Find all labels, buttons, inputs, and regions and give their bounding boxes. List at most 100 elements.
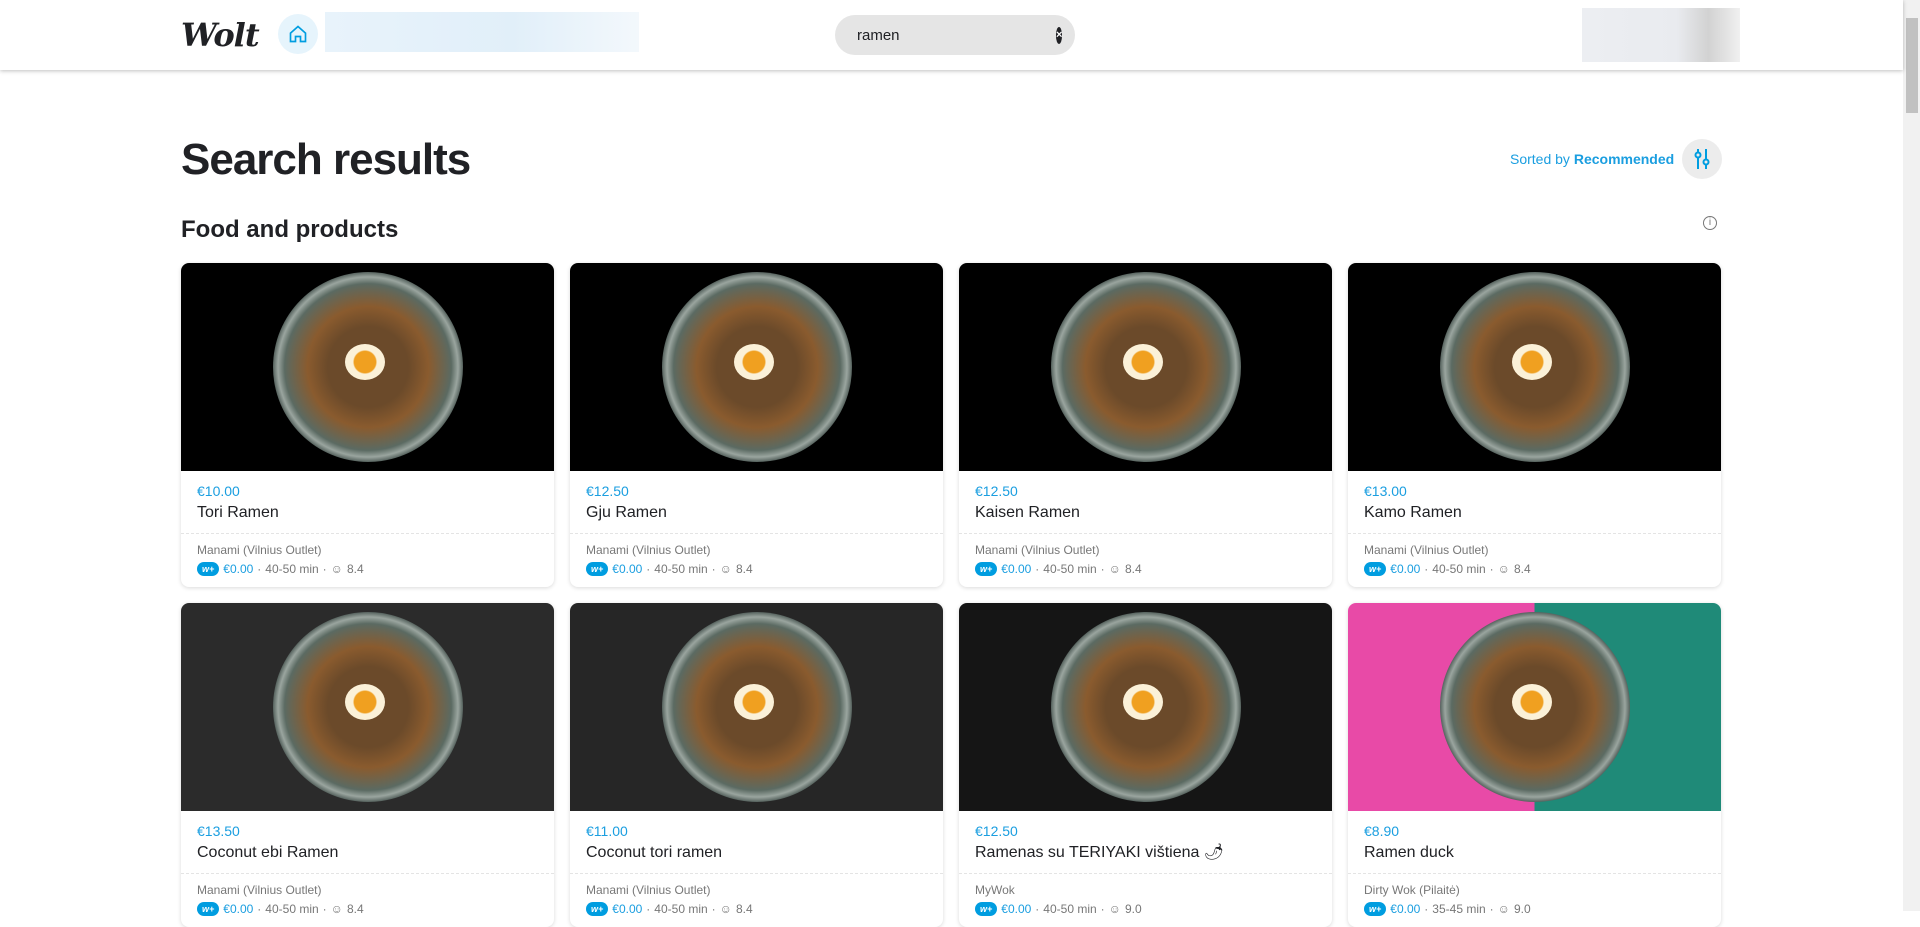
filter-button[interactable] [1682,139,1722,179]
product-card[interactable]: €13.00 Kamo Ramen Manami (Vilnius Outlet… [1348,263,1721,587]
venue-name: Manami (Vilnius Outlet) [586,543,711,557]
delivery-time: 35-45 min [1432,902,1486,916]
wolt-plus-icon: w+ [975,902,998,916]
product-image [570,263,943,471]
rating: 8.4 [1513,562,1531,576]
wolt-plus-icon: w+ [586,562,609,576]
product-image [181,603,554,811]
product-price: €12.50 [975,823,1018,839]
section-title: Food and products [181,216,399,243]
wolt-plus-icon: w+ [197,902,220,916]
delivery-time: 40-50 min [1043,902,1097,916]
product-image [1348,263,1721,471]
ramen-bowl-image [1439,272,1630,462]
divider [959,533,1332,534]
wolt-logo[interactable]: Wolt [181,16,260,54]
delivery-info: w+ €0.00 · 40-50 min · ☺ 8.4 [197,562,538,576]
smiley-icon: ☺ [719,902,732,916]
divider [1348,533,1721,534]
product-card[interactable]: €12.50 Ramenas su TERIYAKI vištiena 🌶 My… [959,603,1332,927]
divider [570,873,943,874]
product-card[interactable]: €10.00 Tori Ramen Manami (Vilnius Outlet… [181,263,554,587]
product-name: Ramen duck [1364,844,1454,861]
venue-name: Dirty Wok (Pilaitė) [1364,883,1460,897]
smiley-icon: ☺ [330,902,343,916]
ramen-bowl-image [661,612,852,802]
delivery-fee: €0.00 [1390,562,1421,576]
product-image [181,263,554,471]
product-price: €11.00 [586,823,628,839]
scrollbar-thumb[interactable] [1906,18,1918,113]
delivery-fee: €0.00 [612,902,643,916]
scrollbar[interactable] [1903,0,1920,911]
rating: 8.4 [1124,562,1142,576]
smiley-icon: ☺ [1497,562,1510,576]
delivery-fee: €0.00 [612,562,643,576]
delivery-info: w+ €0.00 · 40-50 min · ☺ 9.0 [975,902,1316,916]
ramen-bowl-image [661,272,852,462]
rating: 8.4 [735,902,753,916]
rating: 8.4 [346,562,364,576]
ramen-bowl-image [272,612,463,802]
product-price: €8.90 [1364,823,1400,839]
delivery-info: w+ €0.00 · 35-45 min · ☺ 9.0 [1364,902,1705,916]
info-icon[interactable]: i [1703,216,1717,230]
wolt-plus-icon: w+ [1364,902,1387,916]
product-price: €12.50 [586,483,629,499]
product-card[interactable]: €12.50 Kaisen Ramen Manami (Vilnius Outl… [959,263,1332,587]
wolt-plus-icon: w+ [975,562,998,576]
sort-selector[interactable]: Sorted by Recommended [1510,151,1674,167]
delivery-info: w+ €0.00 · 40-50 min · ☺ 8.4 [197,902,538,916]
delivery-time: 40-50 min [1432,562,1486,576]
delivery-fee: €0.00 [1001,902,1032,916]
delivery-fee: €0.00 [223,902,254,916]
clear-search-icon[interactable]: × [1056,26,1063,44]
delivery-time: 40-50 min [654,562,708,576]
home-icon [289,25,307,43]
sort-value: Recommended [1573,151,1675,167]
product-image [959,603,1332,811]
search-bar: × [835,15,1075,55]
smiley-icon: ☺ [330,562,343,576]
delivery-time: 40-50 min [1043,562,1097,576]
top-bar: Wolt × [0,0,1903,70]
product-card[interactable]: €12.50 Gju Ramen Manami (Vilnius Outlet)… [570,263,943,587]
venue-name: Manami (Vilnius Outlet) [197,883,322,897]
venue-name: Manami (Vilnius Outlet) [197,543,322,557]
delivery-fee: €0.00 [1390,902,1421,916]
product-name: Ramenas su TERIYAKI vištiena 🌶 [975,844,1225,861]
wolt-plus-icon: w+ [1364,562,1387,576]
product-card[interactable]: €13.50 Coconut ebi Ramen Manami (Vilnius… [181,603,554,927]
product-name: Kaisen Ramen [975,504,1080,521]
delivery-info: w+ €0.00 · 40-50 min · ☺ 8.4 [1364,562,1705,576]
product-price: €13.00 [1364,483,1407,499]
ramen-bowl-image [1050,612,1241,802]
delivery-time: 40-50 min [265,562,319,576]
home-button[interactable] [278,14,318,54]
venue-name: MyWok [975,883,1015,897]
rating: 8.4 [346,902,364,916]
delivery-fee: €0.00 [1001,562,1032,576]
delivery-time: 40-50 min [654,902,708,916]
account-area-blurred[interactable] [1582,8,1740,62]
ramen-bowl-image [1439,612,1630,802]
divider [181,533,554,534]
product-image [570,603,943,811]
delivery-info: w+ €0.00 · 40-50 min · ☺ 8.4 [586,902,927,916]
divider [1348,873,1721,874]
product-card[interactable]: €11.00 Coconut tori ramen Manami (Vilniu… [570,603,943,927]
product-name: Coconut ebi Ramen [197,844,339,861]
address-selector-blurred[interactable] [325,12,639,52]
product-image [1348,603,1721,811]
product-name: Kamo Ramen [1364,504,1462,521]
venue-name: Manami (Vilnius Outlet) [586,883,711,897]
smiley-icon: ☺ [719,562,732,576]
delivery-info: w+ €0.00 · 40-50 min · ☺ 8.4 [975,562,1316,576]
search-input[interactable] [857,26,1056,44]
product-price: €13.50 [197,823,240,839]
delivery-fee: €0.00 [223,562,254,576]
product-card[interactable]: €8.90 Ramen duck Dirty Wok (Pilaitė) w+ … [1348,603,1721,927]
venue-name: Manami (Vilnius Outlet) [975,543,1100,557]
rating: 8.4 [735,562,753,576]
rating: 9.0 [1513,902,1531,916]
